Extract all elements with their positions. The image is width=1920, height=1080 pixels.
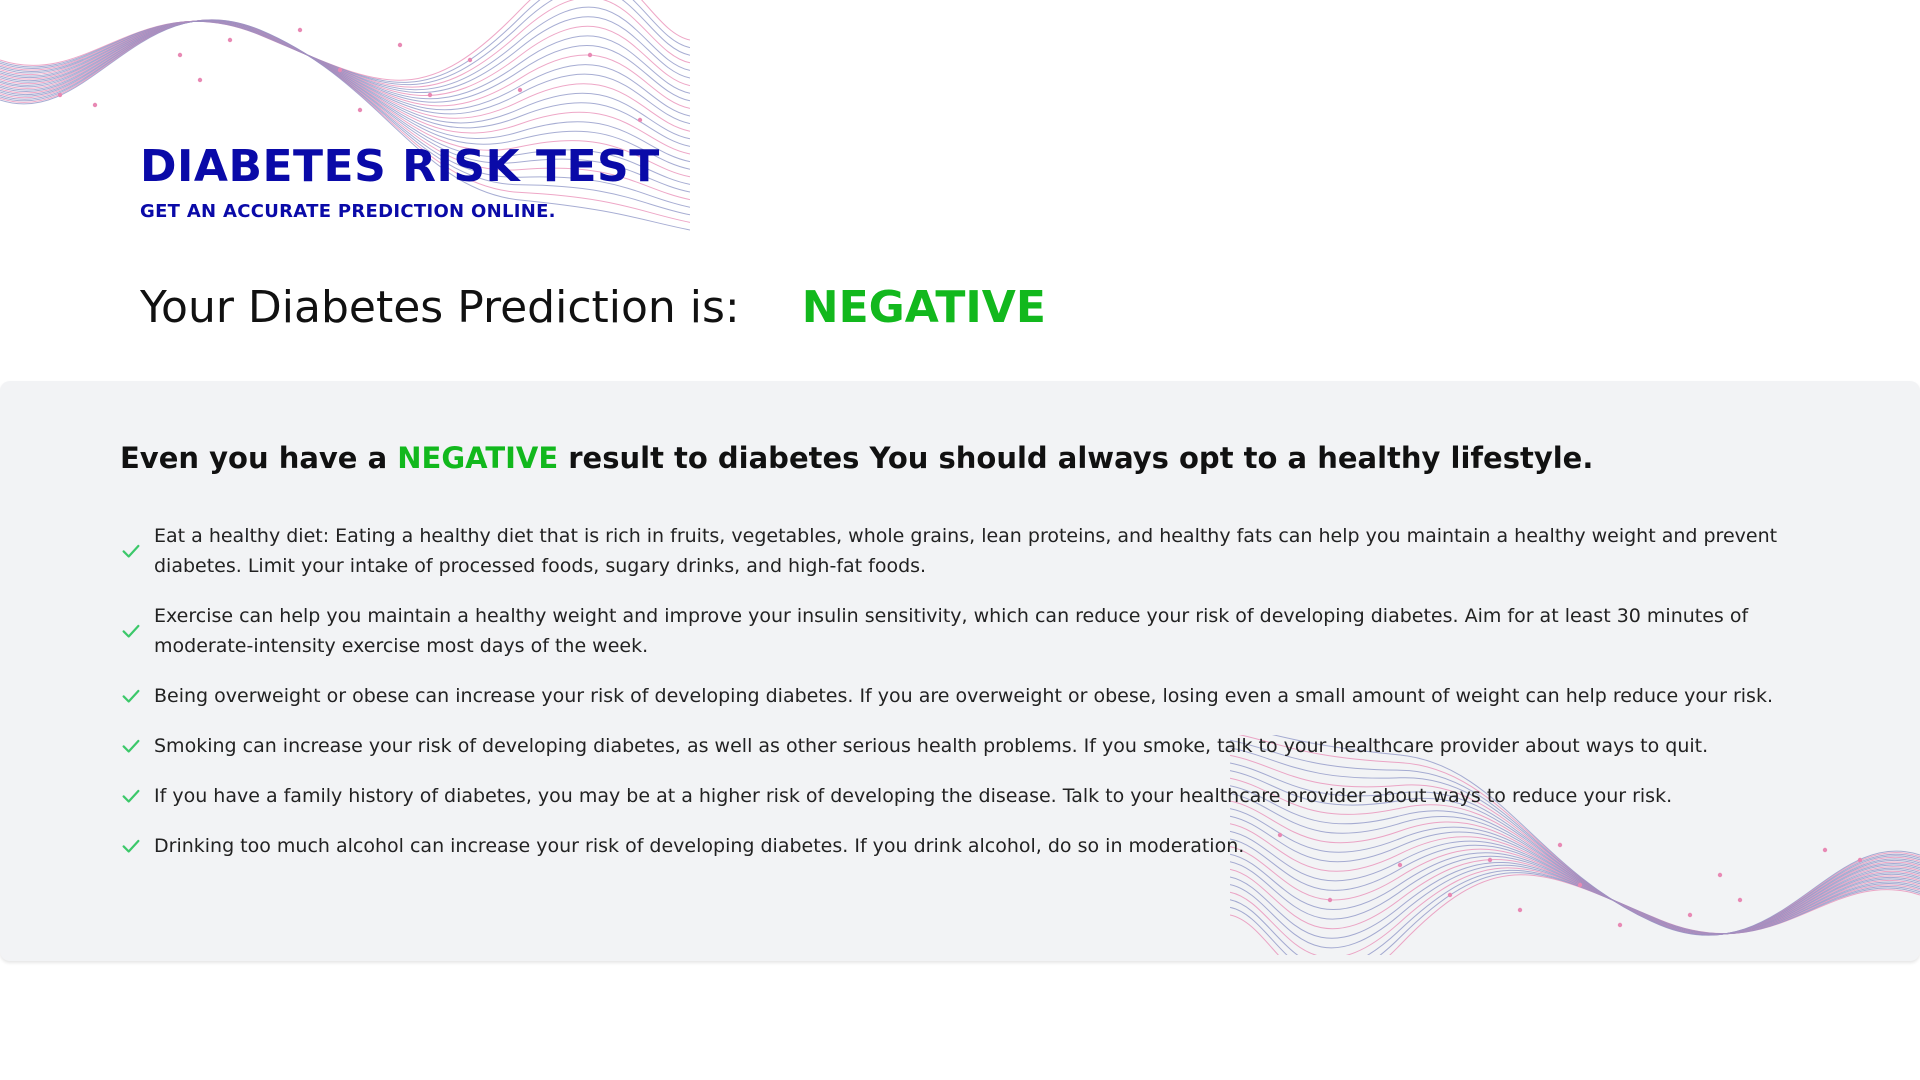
wave-dot	[587, 52, 593, 58]
tip-text: Eat a healthy diet: Eating a healthy die…	[154, 525, 1778, 577]
wave-dot	[1577, 882, 1583, 888]
wave-dot	[397, 42, 403, 48]
check-icon	[122, 839, 140, 853]
advice-heading-start: Even you have a	[120, 441, 398, 475]
wave-dot	[1327, 897, 1333, 903]
page-title: DIABETES RISK TEST	[140, 141, 660, 192]
list-item: If you have a family history of diabetes…	[120, 781, 1800, 811]
wave-dot	[337, 67, 343, 73]
tip-text: Drinking too much alcohol can increase y…	[154, 835, 1245, 857]
advice-heading-result: NEGATIVE	[397, 441, 559, 475]
wave-dot	[1737, 897, 1743, 903]
wave-line	[0, 20, 690, 155]
wave-dot	[197, 77, 203, 83]
wave-dot	[297, 27, 303, 33]
wave-dot	[177, 52, 183, 58]
wave-dot	[92, 102, 98, 108]
tips-list: Eat a healthy diet: Eating a healthy die…	[120, 521, 1800, 881]
check-icon	[122, 544, 140, 558]
wave-dot	[1447, 892, 1453, 898]
check-icon	[122, 624, 140, 638]
check-icon	[122, 739, 140, 753]
tip-text: If you have a family history of diabetes…	[154, 785, 1673, 807]
list-item: Smoking can increase your risk of develo…	[120, 731, 1800, 761]
list-item: Being overweight or obese can increase y…	[120, 681, 1800, 711]
tip-text: Exercise can help you maintain a healthy…	[154, 605, 1749, 657]
page: DIABETES RISK TEST GET AN ACCURATE PREDI…	[0, 0, 1920, 1080]
advice-heading: Even you have a NEGATIVE result to diabe…	[120, 441, 1593, 475]
tip-text: Being overweight or obese can increase y…	[154, 685, 1773, 707]
wave-dot	[637, 117, 643, 123]
wave-dot	[427, 92, 433, 98]
advice-heading-end: result to diabetes You should always opt…	[558, 441, 1594, 475]
wave-dot	[357, 107, 363, 113]
wave-dot	[1687, 912, 1693, 918]
wave-dot	[1857, 857, 1863, 863]
prediction-line: Your Diabetes Prediction is: NEGATIVE	[140, 278, 1046, 338]
list-item: Eat a healthy diet: Eating a healthy die…	[120, 521, 1800, 581]
prediction-result: NEGATIVE	[801, 282, 1046, 333]
wave-dot	[1617, 922, 1623, 928]
tip-text: Smoking can increase your risk of develo…	[154, 735, 1709, 757]
list-item: Exercise can help you maintain a healthy…	[120, 601, 1800, 661]
list-item: Drinking too much alcohol can increase y…	[120, 831, 1800, 861]
page-subtitle: GET AN ACCURATE PREDICTION ONLINE.	[140, 201, 556, 222]
prediction-label: Your Diabetes Prediction is:	[140, 282, 740, 333]
wave-dot	[517, 87, 523, 93]
wave-dot	[57, 92, 63, 98]
check-icon	[122, 789, 140, 803]
wave-dot	[467, 57, 473, 63]
wave-dot	[1517, 907, 1523, 913]
wave-dot	[1822, 847, 1828, 853]
wave-dot	[227, 37, 233, 43]
header: DIABETES RISK TEST GET AN ACCURATE PREDI…	[140, 141, 660, 222]
advice-panel: Even you have a NEGATIVE result to diabe…	[0, 381, 1920, 961]
check-icon	[122, 689, 140, 703]
